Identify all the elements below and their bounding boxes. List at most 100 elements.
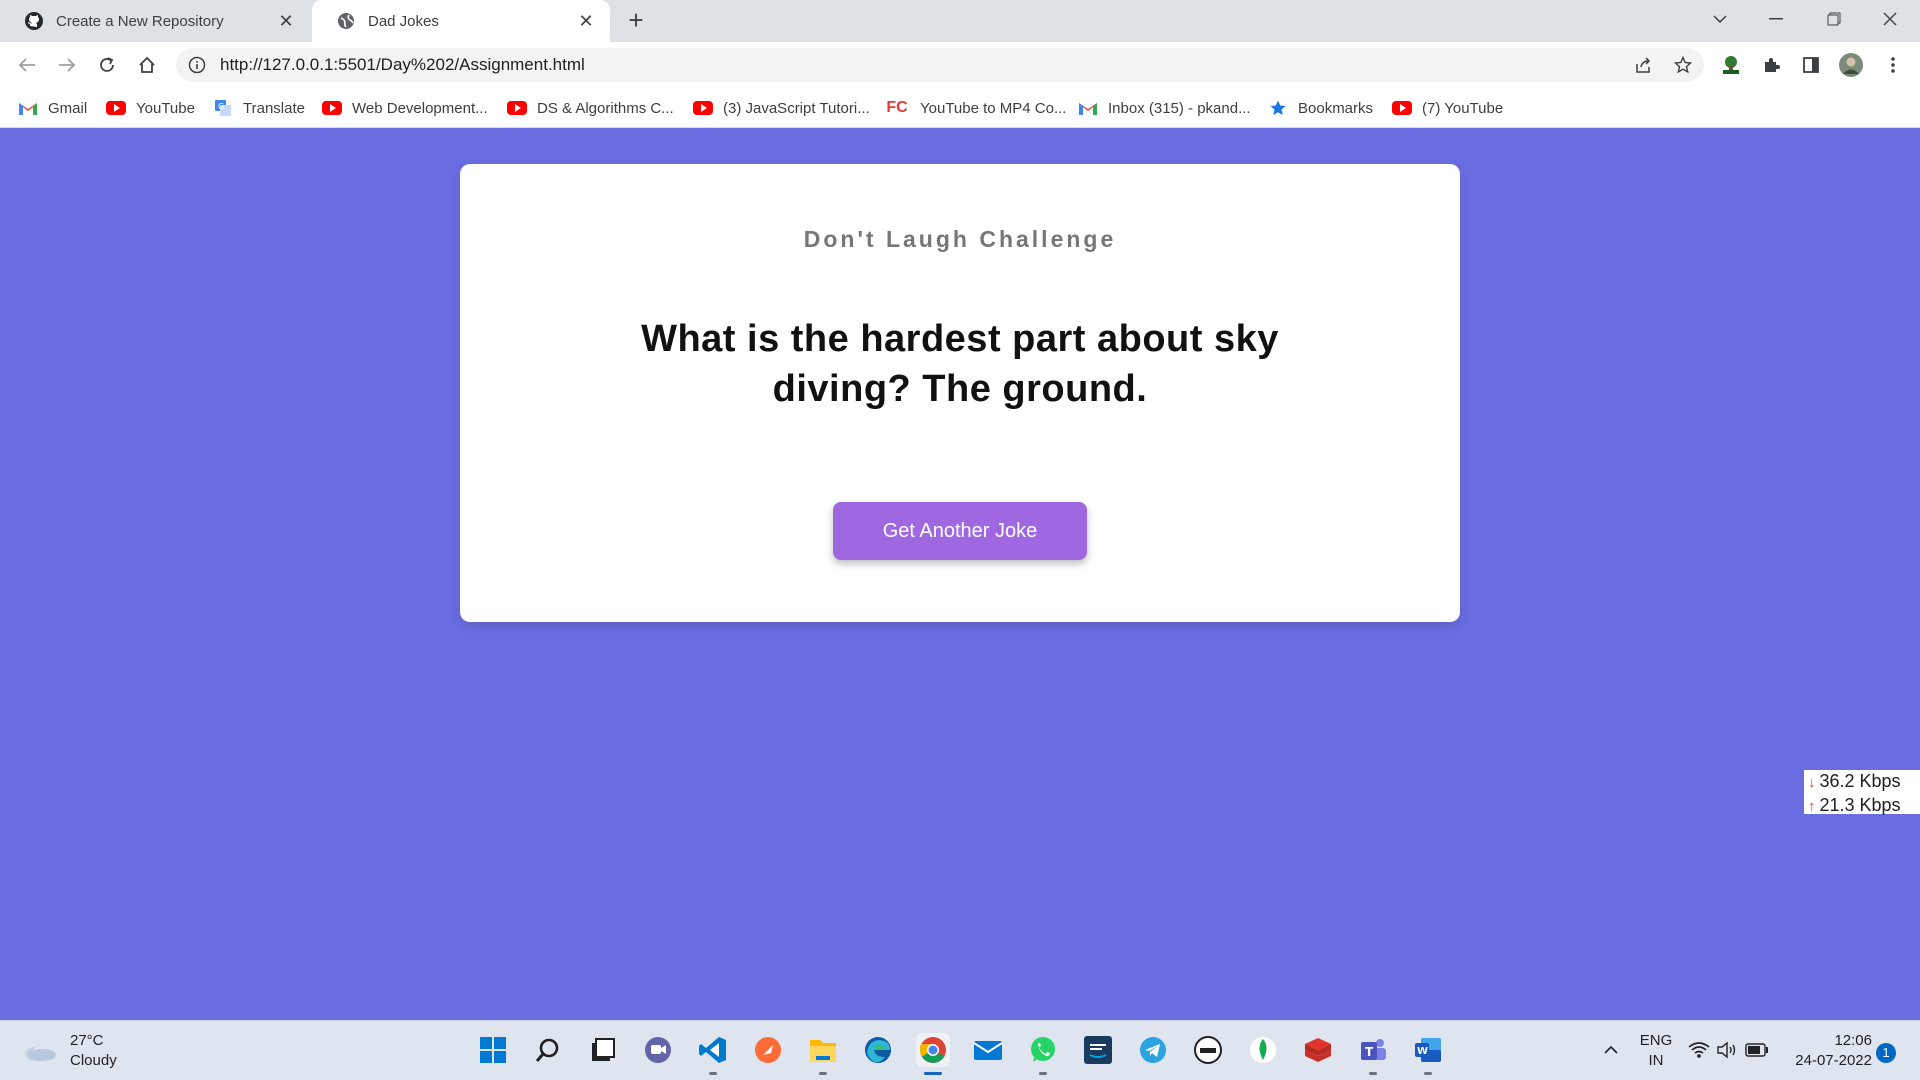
- down-arrow-icon: ↓: [1808, 774, 1816, 791]
- show-hidden-icons-chevron-icon[interactable]: [1594, 1033, 1628, 1067]
- search-icon[interactable]: [531, 1033, 565, 1067]
- reload-icon[interactable]: [92, 50, 122, 80]
- language-code: ENG: [1639, 1032, 1673, 1049]
- download-speed: ↓ 36.2 Kbps: [1808, 770, 1920, 794]
- weather-widget[interactable]: 27°C Cloudy: [22, 1031, 117, 1071]
- gmail-icon: [18, 100, 38, 116]
- bookmark-inbox[interactable]: Inbox (315) - pkand...: [1078, 96, 1251, 120]
- bookmark-label: Gmail: [48, 99, 88, 117]
- bookmark-label: (7) YouTube: [1422, 99, 1504, 117]
- fc-badge-text: FC: [886, 99, 908, 116]
- url-text[interactable]: http://127.0.0.1:5501/Day%202/Assignment…: [220, 55, 585, 75]
- teams-chat-icon[interactable]: [641, 1033, 675, 1067]
- bookmark-label: Inbox (315) - pkand...: [1108, 99, 1251, 117]
- star-icon: [1268, 100, 1288, 116]
- info-icon[interactable]: [188, 56, 206, 74]
- start-icon[interactable]: [476, 1033, 510, 1067]
- redis-icon[interactable]: [1301, 1033, 1335, 1067]
- vscode-icon[interactable]: [696, 1033, 730, 1075]
- joke-card: Don't Laugh Challenge What is the hardes…: [460, 164, 1460, 622]
- bookmark-label: YouTube: [136, 99, 195, 117]
- bookmark-label: Bookmarks: [1298, 99, 1374, 117]
- tab-dad-jokes[interactable]: Dad Jokes ✕: [312, 0, 610, 42]
- task-view-icon[interactable]: [586, 1033, 620, 1067]
- youtube-icon: [106, 100, 126, 116]
- translate-icon: G: [213, 100, 233, 116]
- tab-strip: Create a New Repository ✕ Dad Jokes ✕ +: [0, 0, 1920, 42]
- gmail-icon: [1078, 100, 1098, 116]
- clock-time: 12:06: [1834, 1032, 1872, 1049]
- github-icon: [24, 11, 44, 31]
- bookmark-label: Translate: [243, 99, 305, 117]
- teams-icon[interactable]: T: [1356, 1033, 1390, 1075]
- upload-speed: ↑ 21.3 Kbps: [1808, 794, 1920, 818]
- youtube-icon: [693, 100, 713, 116]
- whatsapp-icon[interactable]: [1026, 1033, 1060, 1075]
- minimize-button[interactable]: [1748, 0, 1804, 38]
- svg-text:W: W: [1417, 1046, 1428, 1057]
- profile-avatar[interactable]: [1836, 50, 1866, 80]
- restore-button[interactable]: [1806, 0, 1862, 38]
- youtube-icon: [322, 100, 342, 116]
- running-indicator: [1369, 1072, 1377, 1075]
- mongodb-icon[interactable]: [1246, 1033, 1280, 1067]
- share-icon[interactable]: [1628, 50, 1658, 80]
- bookmark-label: (3) JavaScript Tutori...: [723, 99, 870, 117]
- dell-icon[interactable]: [1191, 1033, 1225, 1067]
- bookmark-bookmarks-folder[interactable]: Bookmarks: [1268, 96, 1373, 120]
- get-another-joke-button[interactable]: Get Another Joke: [833, 502, 1087, 560]
- word-icon[interactable]: W: [1411, 1033, 1445, 1075]
- address-bar[interactable]: http://127.0.0.1:5501/Day%202/Assignment…: [176, 48, 1704, 82]
- taskbar: 27°C Cloudy T W ENG IN 12:06 24-07-2022 …: [0, 1020, 1920, 1080]
- clock-date: 24-07-2022: [1795, 1052, 1872, 1069]
- star-icon[interactable]: [1668, 50, 1698, 80]
- telegram-icon[interactable]: [1136, 1033, 1170, 1067]
- new-tab-button[interactable]: +: [622, 7, 650, 35]
- bookmark-web-development[interactable]: Web Development...: [322, 96, 488, 120]
- network-speed-widget: ↓ 36.2 Kbps ↑ 21.3 Kbps: [1804, 770, 1920, 815]
- menu-icon[interactable]: [1878, 50, 1908, 80]
- home-icon[interactable]: [132, 50, 162, 80]
- tab-title: Dad Jokes: [368, 12, 439, 30]
- bookmark-javascript-tutorial[interactable]: (3) JavaScript Tutori...: [693, 96, 870, 120]
- extensions-icon[interactable]: [1756, 50, 1786, 80]
- upload-speed-value: 21.3 Kbps: [1819, 795, 1901, 815]
- weather-temp: 27°C: [70, 1032, 104, 1049]
- tab-create-repository[interactable]: Create a New Repository ✕: [0, 0, 310, 42]
- battery-icon[interactable]: [1740, 1033, 1774, 1067]
- file-explorer-icon[interactable]: [806, 1033, 840, 1075]
- up-arrow-icon: ↑: [1808, 798, 1816, 815]
- forward-icon[interactable]: [52, 50, 82, 80]
- close-icon[interactable]: ✕: [276, 11, 296, 31]
- bookmark-translate[interactable]: G Translate: [213, 96, 305, 120]
- bookmarks-bar: Gmail YouTube G Translate Web Developmen…: [0, 88, 1920, 128]
- bookmark-youtube[interactable]: YouTube: [106, 96, 195, 120]
- cloud-icon: [25, 1043, 56, 1061]
- svg-text:G: G: [218, 102, 224, 111]
- postman-icon[interactable]: [751, 1033, 785, 1067]
- prime-video-icon[interactable]: [1081, 1033, 1115, 1067]
- close-window-button[interactable]: [1862, 0, 1918, 38]
- notification-badge[interactable]: 1: [1876, 1043, 1896, 1063]
- close-icon[interactable]: ✕: [576, 11, 596, 31]
- html-extension-icon[interactable]: [1716, 50, 1746, 80]
- volume-icon[interactable]: [1710, 1033, 1744, 1067]
- bookmark-youtube-to-mp4[interactable]: FC YouTube to MP4 Co...: [884, 96, 1066, 120]
- chevron-down-icon[interactable]: [1692, 0, 1748, 38]
- bookmark-ds-algorithms[interactable]: DS & Algorithms C...: [507, 96, 674, 120]
- browser-toolbar: http://127.0.0.1:5501/Day%202/Assignment…: [0, 42, 1920, 88]
- joke-text: What is the hardest part about sky divin…: [641, 318, 1279, 410]
- edge-icon[interactable]: [861, 1033, 895, 1067]
- side-panel-icon[interactable]: [1796, 50, 1826, 80]
- back-icon[interactable]: [12, 50, 42, 80]
- running-indicator: [709, 1072, 717, 1075]
- fc-icon: FC: [884, 99, 910, 116]
- svg-text:T: T: [1365, 1045, 1374, 1059]
- clock[interactable]: 12:06 24-07-2022: [1782, 1031, 1872, 1071]
- language-indicator[interactable]: ENG IN: [1634, 1031, 1678, 1071]
- chrome-icon[interactable]: [916, 1033, 950, 1075]
- mail-icon[interactable]: [971, 1033, 1005, 1067]
- region-code: IN: [1648, 1052, 1664, 1069]
- bookmark-gmail[interactable]: Gmail: [18, 96, 87, 120]
- bookmark-youtube-7[interactable]: (7) YouTube: [1392, 96, 1503, 120]
